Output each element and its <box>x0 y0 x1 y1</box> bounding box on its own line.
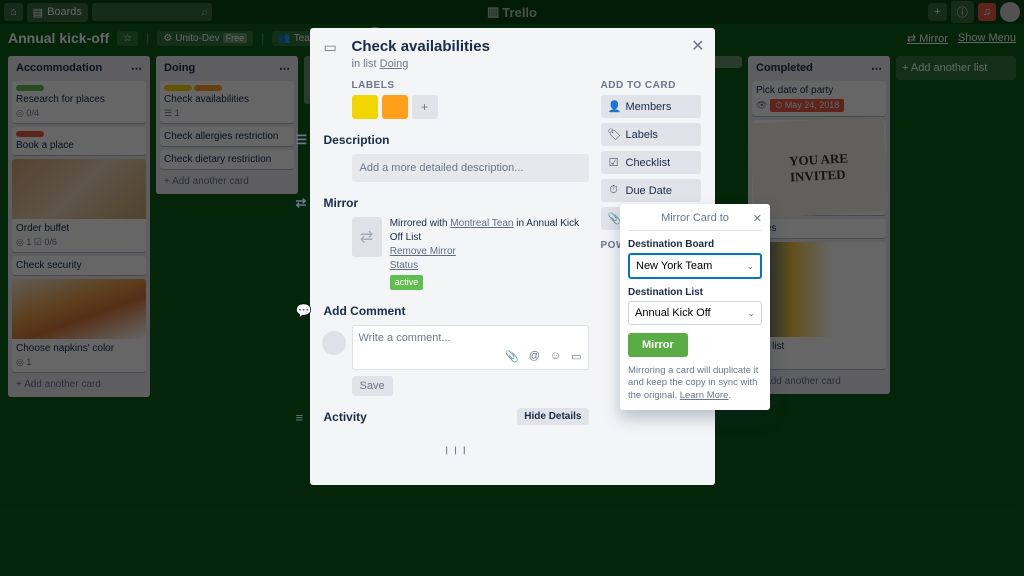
card-title[interactable]: Check availabilities <box>352 38 490 56</box>
mirror-team-link[interactable]: Montreal Tean <box>450 218 513 229</box>
mirror-info: Mirrored with Montreal Tean in Annual Ki… <box>390 217 589 290</box>
status-badge: active <box>390 275 424 290</box>
dest-board-select[interactable]: New York Team⌄ <box>628 253 762 279</box>
activity-header: Activity <box>324 410 367 424</box>
popover-title: Mirror Card to✕ <box>628 212 762 231</box>
comment-tools: 📎 @ ☺ ▭ <box>359 350 582 363</box>
dest-list-label: Destination List <box>628 287 762 298</box>
modal-overlay[interactable]: ✕ ▭ Check availabilities in list Doing LA… <box>0 0 1024 576</box>
loading-icon: ╷╷╷ <box>324 439 589 455</box>
attach-icon[interactable]: 📎 <box>505 350 519 363</box>
label-yellow[interactable] <box>352 95 378 119</box>
members-icon: 👤 <box>608 100 620 113</box>
close-icon[interactable]: ✕ <box>691 36 704 56</box>
mirror-button[interactable]: Mirror <box>628 333 688 357</box>
members-button[interactable]: 👤Members <box>601 95 701 118</box>
add-label-button[interactable]: + <box>412 95 438 119</box>
mirror-icon: ⇄ <box>296 194 314 211</box>
add-to-card-header: ADD TO CARD <box>601 80 701 91</box>
chevron-down-icon: ⌄ <box>746 261 754 272</box>
description-header: Description <box>324 133 390 147</box>
hide-details-button[interactable]: Hide Details <box>517 408 588 425</box>
commenter-avatar <box>322 331 346 355</box>
mirror-thumbnail: ⇄ <box>352 217 382 257</box>
mention-icon[interactable]: @ <box>529 350 540 363</box>
dest-board-label: Destination Board <box>628 239 762 250</box>
remove-mirror-link[interactable]: Remove Mirror <box>390 246 456 257</box>
comment-header: Add Comment <box>324 304 406 318</box>
dest-list-select[interactable]: Annual Kick Off⌄ <box>628 301 762 325</box>
comment-input[interactable]: Write a comment... 📎@☺▭ <box>352 325 589 370</box>
checklist-icon: ☑ <box>608 156 620 169</box>
activity-icon: ≡ <box>296 409 314 425</box>
mirror-popover: Mirror Card to✕ Destination Board New Yo… <box>620 204 770 410</box>
status-link[interactable]: Status <box>390 260 418 271</box>
card-location: in list Doing <box>352 58 701 70</box>
learn-more-link[interactable]: Learn More <box>680 390 729 401</box>
mirror-header: Mirror <box>324 196 359 210</box>
card-icon: ▭ <box>324 38 342 56</box>
chevron-down-icon: ⌄ <box>747 308 755 319</box>
checklist-button[interactable]: ☑Checklist <box>601 151 701 174</box>
description-input[interactable]: Add a more detailed description... <box>352 154 589 182</box>
card-icon[interactable]: ▭ <box>571 350 581 363</box>
emoji-icon[interactable]: ☺ <box>550 350 561 363</box>
labels-icon: 🏷 <box>608 128 620 141</box>
save-button[interactable]: Save <box>352 376 393 396</box>
due-date-button[interactable]: ⏱Due Date <box>601 179 701 202</box>
comment-icon: 💬 <box>296 302 314 319</box>
clock-icon: ⏱ <box>608 184 620 197</box>
popover-help: Mirroring a card will duplicate it and k… <box>628 365 762 402</box>
list-link[interactable]: Doing <box>380 58 409 70</box>
label-orange[interactable] <box>382 95 408 119</box>
description-icon: ☰ <box>296 131 314 148</box>
attachment-icon: 📎 <box>608 212 620 225</box>
labels-header: LABELS <box>352 80 589 91</box>
close-icon[interactable]: ✕ <box>753 212 762 225</box>
labels-button[interactable]: 🏷Labels <box>601 123 701 146</box>
